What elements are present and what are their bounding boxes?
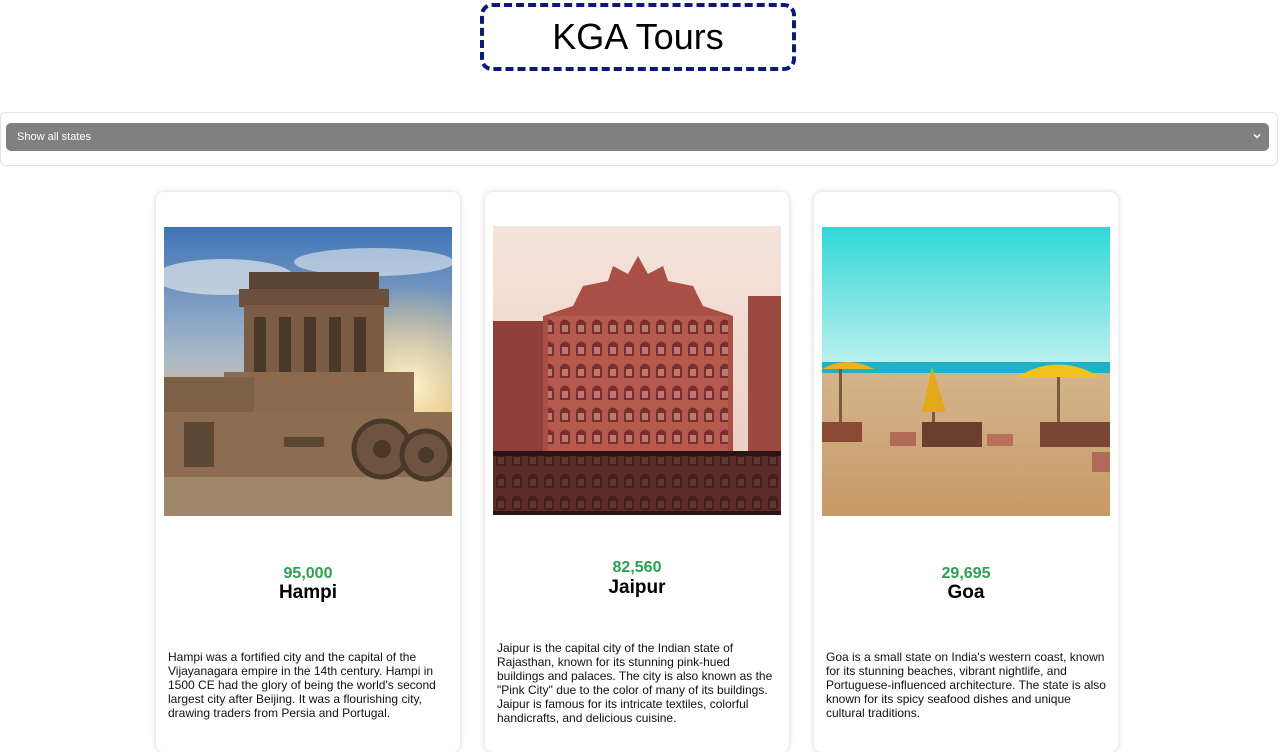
card-price: 82,560 <box>612 559 662 576</box>
card-name: Hampi <box>278 582 338 603</box>
card-description: Goa is a small state on India's western … <box>826 650 1106 720</box>
hampi-stone-chariot-image <box>164 227 452 516</box>
card-description: Hampi was a fortified city and the capit… <box>168 650 436 720</box>
page-header: KGA Tours <box>0 0 1280 112</box>
destination-card-jaipur[interactable]: 82,560 Jaipur Jaipur is the capital city… <box>485 192 789 752</box>
goa-beach-image <box>822 227 1110 516</box>
hawa-mahal-image <box>493 226 781 515</box>
chevron-down-icon <box>1253 133 1261 139</box>
card-description: Jaipur is the capital city of the Indian… <box>497 641 773 725</box>
destination-card-goa[interactable]: 29,695 Goa Goa is a small state on India… <box>814 192 1118 752</box>
card-name: Jaipur <box>608 577 666 598</box>
card-name: Goa <box>947 582 985 603</box>
site-title: KGA Tours <box>552 16 724 57</box>
card-price: 29,695 <box>941 565 991 582</box>
destination-card-hampi[interactable]: 95,000 Hampi Hampi was a fortified city … <box>156 192 460 752</box>
state-filter-select[interactable]: Show all states <box>6 123 1269 151</box>
card-price: 95,000 <box>283 565 333 582</box>
filter-bar: Show all states <box>0 112 1278 166</box>
site-logo[interactable]: KGA Tours <box>480 3 796 71</box>
state-filter-value: Show all states <box>17 131 91 143</box>
